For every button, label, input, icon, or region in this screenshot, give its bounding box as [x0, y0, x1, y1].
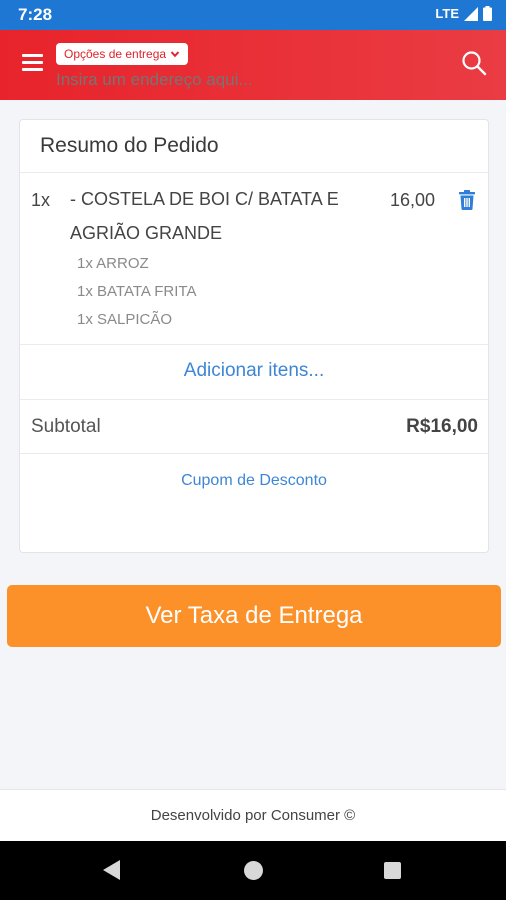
- footer-text: Desenvolvido por Consumer ©: [150, 807, 356, 824]
- subtotal-value: R$16,00: [406, 416, 478, 437]
- app-header: Opções de entrega: [0, 30, 506, 100]
- add-items-link[interactable]: Adicionar itens...: [20, 360, 488, 382]
- battery-icon: [483, 6, 492, 21]
- divider: [20, 344, 488, 345]
- item-price: 16,00: [390, 190, 436, 210]
- divider: [20, 453, 488, 454]
- menu-icon[interactable]: [22, 54, 43, 73]
- status-time: 7:28: [18, 5, 53, 24]
- item-extra: 1x SALPICÃO: [77, 311, 173, 328]
- network-type: LTE: [435, 6, 459, 21]
- delivery-options-label: Opções de entrega: [64, 47, 167, 61]
- item-extras: 1x ARROZ 1x BATATA FRITA 1x SALPICÃO: [77, 250, 196, 334]
- item-extra: 1x BATATA FRITA: [77, 283, 197, 300]
- address-input[interactable]: [56, 70, 436, 90]
- item-extra: 1x ARROZ: [77, 255, 149, 272]
- footer: Desenvolvido por Consumer ©: [0, 789, 506, 841]
- chevron-down-icon: [170, 51, 180, 58]
- status-icons: LTE: [435, 6, 492, 21]
- divider: [20, 172, 488, 173]
- divider: [20, 399, 488, 400]
- discount-coupon-link[interactable]: Cupom de Desconto: [20, 472, 488, 490]
- view-delivery-fee-button[interactable]: Ver Taxa de Entrega: [7, 585, 501, 647]
- back-icon[interactable]: [103, 860, 120, 880]
- recent-apps-icon[interactable]: [384, 862, 401, 879]
- order-summary-card: Resumo do Pedido 1x - COSTELA DE BOI C/ …: [19, 119, 489, 553]
- order-summary-title: Resumo do Pedido: [40, 134, 219, 157]
- system-nav-bar: [0, 841, 506, 900]
- trash-icon[interactable]: [458, 190, 476, 210]
- signal-icon: [464, 6, 478, 21]
- item-name: - COSTELA DE BOI C/ BATATA E AGRIÃO GRAN…: [70, 189, 339, 243]
- search-icon[interactable]: [461, 50, 487, 76]
- status-bar: 7:28 LTE: [0, 0, 506, 30]
- item-quantity: 1x: [31, 190, 51, 210]
- home-icon[interactable]: [244, 861, 263, 880]
- delivery-options-dropdown[interactable]: Opções de entrega: [56, 43, 189, 65]
- subtotal-label: Subtotal: [31, 416, 101, 437]
